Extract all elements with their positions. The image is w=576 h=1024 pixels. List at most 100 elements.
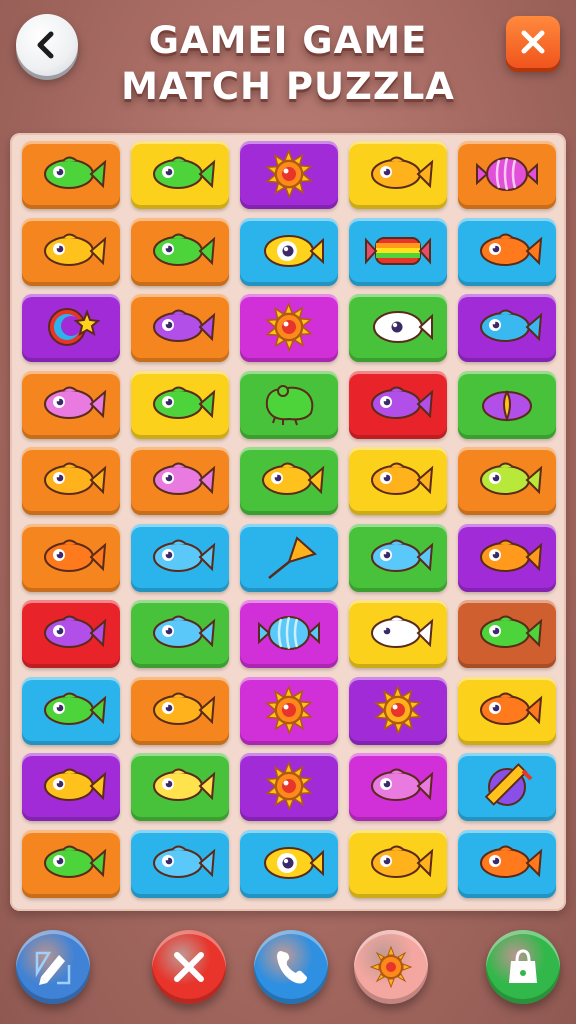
tile-r6-c4[interactable] xyxy=(349,523,447,592)
fish-icon xyxy=(44,692,107,725)
eye-fish-icon xyxy=(264,846,324,879)
sun-icon xyxy=(265,149,313,200)
candy-icon xyxy=(476,157,538,191)
tile-r3-c3[interactable] xyxy=(240,294,338,362)
fish-icon xyxy=(44,615,107,648)
sun-icon xyxy=(265,302,313,353)
tile-r5-c3[interactable] xyxy=(240,447,338,515)
shopping-bag-icon xyxy=(509,949,537,983)
tile-r5-c2[interactable] xyxy=(131,447,229,515)
tile-r5-c1[interactable] xyxy=(22,447,120,515)
tile-r9-c3[interactable] xyxy=(240,753,338,821)
fish-icon xyxy=(44,386,107,419)
tile-r7-c4[interactable] xyxy=(349,600,447,668)
tile-r5-c4[interactable] xyxy=(349,447,447,515)
sun-icon xyxy=(265,684,313,735)
pencil-icon xyxy=(35,951,71,985)
tile-r5-c5[interactable] xyxy=(458,447,556,515)
tile-r4-c4[interactable] xyxy=(349,370,447,439)
fish-icon xyxy=(480,309,543,342)
pencil-button[interactable] xyxy=(16,930,90,1004)
fish-icon xyxy=(44,539,107,572)
close-icon xyxy=(521,30,545,54)
fish-icon xyxy=(44,462,107,495)
tile-r4-c3[interactable] xyxy=(240,370,338,439)
tile-r2-c5[interactable] xyxy=(458,217,556,286)
fish-icon xyxy=(371,462,434,495)
tile-r1-c3[interactable] xyxy=(240,141,338,209)
tile-r7-c2[interactable] xyxy=(131,600,229,668)
tile-r9-c4[interactable] xyxy=(349,753,447,821)
tile-r3-c2[interactable] xyxy=(131,294,229,362)
tile-r9-c2[interactable] xyxy=(131,753,229,821)
tile-r4-c2[interactable] xyxy=(131,370,229,439)
tile-r10-c1[interactable] xyxy=(22,829,120,898)
sun-button[interactable] xyxy=(354,930,428,1004)
game-title: GAMEI GAME MATCH PUZZLA xyxy=(90,18,486,110)
tile-r7-c1[interactable] xyxy=(22,600,120,668)
tile-r1-c4[interactable] xyxy=(349,141,447,209)
fish-icon xyxy=(153,768,216,801)
sun-icon xyxy=(369,945,413,989)
tile-r7-c5[interactable] xyxy=(458,600,556,668)
tile-r8-c2[interactable] xyxy=(131,676,229,745)
game-board xyxy=(10,133,566,911)
tile-r8-c3[interactable] xyxy=(240,676,338,745)
tile-r1-c5[interactable] xyxy=(458,141,556,209)
fish-icon xyxy=(371,156,434,189)
fish-icon xyxy=(44,233,107,266)
tile-r9-c5[interactable] xyxy=(458,753,556,821)
tile-r8-c4[interactable] xyxy=(349,676,447,745)
tile-r1-c2[interactable] xyxy=(131,141,229,209)
tile-r10-c5[interactable] xyxy=(458,829,556,898)
tile-r4-c1[interactable] xyxy=(22,370,120,439)
eye-fish-icon xyxy=(373,311,433,343)
tile-r1-c1[interactable] xyxy=(22,141,120,209)
title-line-1: GAMEI GAME xyxy=(148,19,428,62)
tile-r10-c3[interactable] xyxy=(240,829,338,898)
eye-fish-icon xyxy=(264,234,324,267)
sun-icon xyxy=(265,761,313,812)
tile-r6-c5[interactable] xyxy=(458,523,556,592)
tile-r3-c1[interactable] xyxy=(22,294,120,362)
kite-icon xyxy=(268,535,317,579)
tile-r2-c4[interactable] xyxy=(349,217,447,286)
fish-icon xyxy=(480,233,543,266)
fish-icon xyxy=(480,462,543,495)
shop-button[interactable] xyxy=(486,930,560,1004)
fish-icon xyxy=(153,156,216,189)
fish-icon xyxy=(153,386,216,419)
tile-r3-c4[interactable] xyxy=(349,294,447,362)
tile-r4-c5[interactable] xyxy=(458,370,556,439)
phone-icon xyxy=(277,951,307,984)
tile-grid xyxy=(18,139,560,902)
tile-r8-c5[interactable] xyxy=(458,676,556,745)
close-button[interactable] xyxy=(506,16,560,68)
tile-r3-c5[interactable] xyxy=(458,294,556,362)
tile-r10-c4[interactable] xyxy=(349,829,447,898)
tile-r10-c2[interactable] xyxy=(131,829,229,898)
fish-icon xyxy=(480,845,543,878)
tile-r6-c2[interactable] xyxy=(131,523,229,592)
cancel-button[interactable] xyxy=(152,930,226,1004)
fish-icon xyxy=(262,462,325,495)
tile-r8-c1[interactable] xyxy=(22,676,120,745)
fish-icon xyxy=(153,615,216,648)
fish-icon xyxy=(480,692,543,725)
tile-r7-c3[interactable] xyxy=(240,600,338,668)
fish-icon xyxy=(153,845,216,878)
tile-r6-c1[interactable] xyxy=(22,523,120,592)
tile-r9-c1[interactable] xyxy=(22,753,120,821)
tile-r2-c1[interactable] xyxy=(22,217,120,286)
tile-r2-c3[interactable] xyxy=(240,217,338,286)
tile-r6-c3[interactable] xyxy=(240,523,338,592)
fish-icon xyxy=(371,615,434,648)
phone-button[interactable] xyxy=(254,930,328,1004)
fish-icon xyxy=(371,386,434,419)
sun-icon xyxy=(374,684,422,735)
crescent-icon xyxy=(48,308,101,346)
fish-icon xyxy=(153,309,216,342)
fish-icon xyxy=(153,539,216,572)
fish-icon xyxy=(153,462,216,495)
tile-r2-c2[interactable] xyxy=(131,217,229,286)
